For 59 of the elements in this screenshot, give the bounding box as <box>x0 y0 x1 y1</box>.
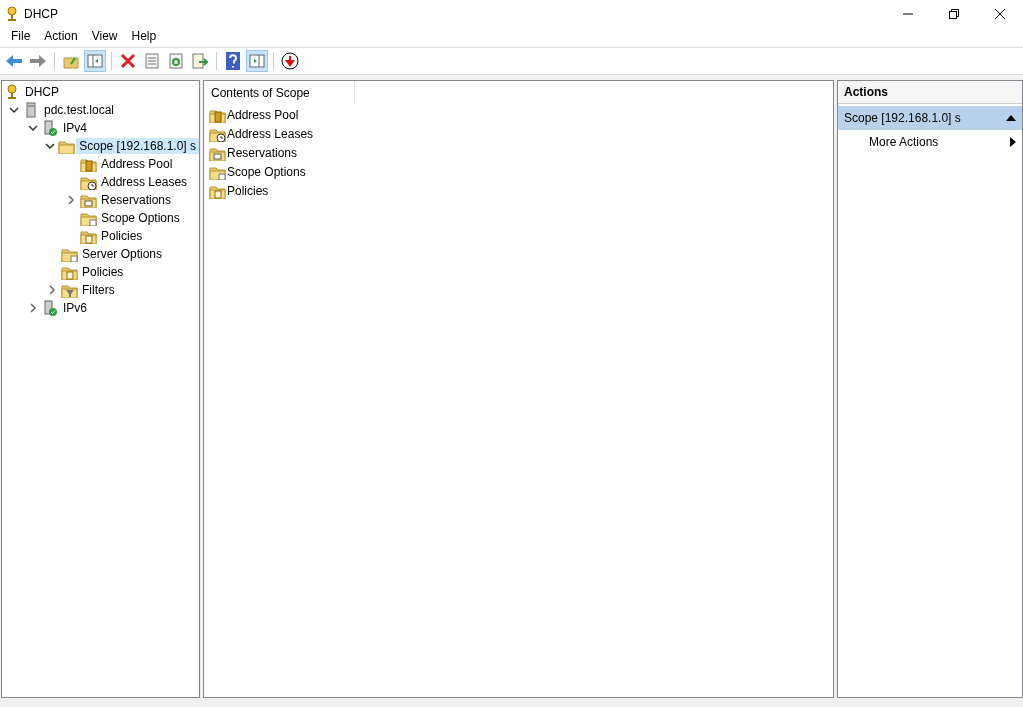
tree-item[interactable]: Address Leases <box>98 174 191 190</box>
folder-filter-icon <box>61 282 79 298</box>
tree-item[interactable]: Policies <box>98 228 146 244</box>
list-item[interactable]: Policies <box>227 183 269 198</box>
server-icon <box>23 102 39 118</box>
down-arrow-circle-icon <box>281 52 299 70</box>
folder-page-icon <box>61 264 79 280</box>
menu-item[interactable]: Help <box>124 29 164 43</box>
tree-item[interactable]: Scope Options <box>98 210 183 226</box>
action-item[interactable]: More Actions <box>838 130 1022 154</box>
back-arrow-icon <box>5 54 23 68</box>
folder-page-icon <box>80 228 98 244</box>
tree-item[interactable]: Policies <box>79 264 127 280</box>
folder-grid-icon <box>80 192 98 208</box>
menu-item[interactable]: Action <box>37 29 85 43</box>
folder-list-icon <box>80 210 98 226</box>
tree-item[interactable]: Reservations <box>98 192 175 208</box>
list-item[interactable]: Address Leases <box>227 126 314 141</box>
pane-icon <box>87 54 103 68</box>
forward-arrow-icon <box>29 54 47 68</box>
close-icon <box>995 9 1005 19</box>
folder-icon <box>58 138 77 154</box>
refresh-icon <box>169 53 183 69</box>
menu-item[interactable]: View <box>84 29 125 43</box>
tree-item[interactable]: IPv6 <box>60 300 90 316</box>
chevron-down-icon <box>45 142 56 150</box>
document-icon <box>145 53 159 69</box>
folder-pool-icon <box>80 156 98 172</box>
tree-item[interactable]: IPv4 <box>60 120 90 136</box>
menu-item[interactable]: File <box>4 29 38 43</box>
tree-item[interactable]: Server Options <box>79 246 166 262</box>
chevron-right-icon <box>66 195 75 205</box>
help-icon <box>226 52 240 70</box>
close-icon <box>120 53 136 69</box>
server-check-icon <box>42 120 58 136</box>
tree-item[interactable]: Scope [192.168.1.0] s <box>76 138 199 154</box>
folder-list-icon <box>61 246 79 262</box>
list-item[interactable]: Address Pool <box>227 107 299 122</box>
trophy-icon <box>4 84 20 100</box>
export-icon <box>192 53 208 69</box>
trophy-icon <box>4 6 20 22</box>
server-check-icon <box>42 300 58 316</box>
chevron-down-icon <box>27 124 38 132</box>
list-item[interactable]: Scope Options <box>227 164 306 179</box>
window-title: DHCP <box>24 7 59 21</box>
tree-item[interactable]: pdc.test.local <box>41 102 118 118</box>
folder-clock-icon <box>80 174 98 190</box>
restore-icon <box>949 9 959 19</box>
tree-item[interactable]: Address Pool <box>98 156 176 172</box>
chevron-down-icon <box>8 106 19 114</box>
actions-header: Actions <box>838 81 1022 104</box>
pane-icon <box>249 54 265 68</box>
toolbar-button[interactable] <box>279 50 301 72</box>
collapse-triangle-icon <box>1006 115 1016 121</box>
column-header[interactable]: Contents of Scope <box>204 81 355 105</box>
list-item[interactable]: Reservations <box>227 145 298 160</box>
action-group-header[interactable]: Scope [192.168.1.0] s <box>838 106 1022 130</box>
tree-item[interactable]: DHCP <box>22 84 62 100</box>
tree-item[interactable]: Filters <box>79 282 118 298</box>
